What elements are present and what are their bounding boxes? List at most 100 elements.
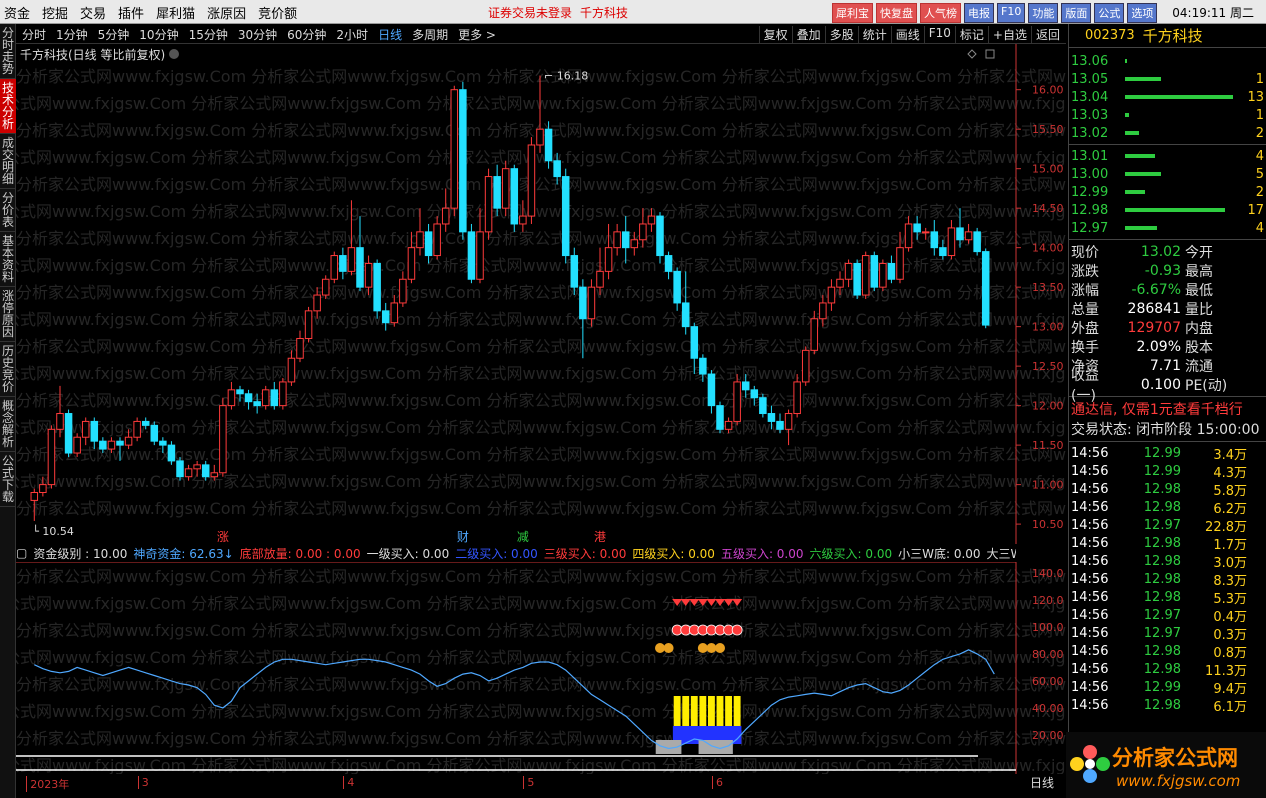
login-status[interactable]: 证券交易未登录 <box>488 4 572 21</box>
candle-down <box>673 270 681 304</box>
tick-row: 14:56 12.98 5.3万 <box>1069 588 1266 607</box>
order-volume-bar <box>1125 59 1127 63</box>
menu-item[interactable]: 犀利猫 <box>156 3 195 22</box>
quick-button[interactable]: 功能 <box>1028 3 1059 23</box>
quote-row: 涨幅 -6.67% 最低 <box>1069 280 1266 299</box>
chevron-down-icon <box>169 49 179 59</box>
left-tab[interactable]: 成交明细 <box>0 134 16 189</box>
indicator-toggle-icon[interactable]: ▢ <box>16 546 27 560</box>
candle-up <box>596 270 604 288</box>
event-marker: 减 <box>517 530 529 544</box>
tick-time: 14:56 <box>1071 517 1109 533</box>
quote-value: -0.93 <box>1144 262 1181 279</box>
tool-button[interactable]: 返回 <box>1030 26 1064 43</box>
left-tab[interactable]: 分价表 <box>0 189 16 232</box>
period-tab[interactable]: 15分钟 <box>189 26 228 43</box>
tool-button[interactable]: 叠加 <box>791 26 825 43</box>
left-tab[interactable]: 历史竞价 <box>0 342 16 397</box>
period-tab[interactable]: 多周期 <box>412 26 448 43</box>
quick-button[interactable]: F10 <box>997 3 1026 23</box>
order-volume: 2 <box>1255 184 1264 200</box>
period-tab[interactable]: 更多 > <box>458 26 496 43</box>
left-vertical-tabs: 分时走势 技术分析 成交明细 分价表 基本资料 涨停原因 历史竞价 概念解析 公式下载 <box>0 24 16 798</box>
left-tab[interactable]: 公式下载 <box>0 452 16 507</box>
menu-item[interactable]: 挖掘 <box>42 3 68 22</box>
tool-button[interactable]: 画线 <box>890 26 924 43</box>
yellow-signal-bar <box>708 696 715 726</box>
period-tab[interactable]: 2小时 <box>336 26 368 43</box>
yellow-signal-bar <box>716 696 724 726</box>
left-tab[interactable]: 技术分析 <box>0 79 16 134</box>
quote-label-2: 最低 <box>1185 282 1213 299</box>
tool-button[interactable]: 复权 <box>758 26 792 43</box>
quick-button[interactable]: 电报 <box>964 3 994 23</box>
candle-up <box>390 302 399 324</box>
period-tab[interactable]: 分时 <box>22 26 46 43</box>
quick-button[interactable]: 快复盘 <box>876 3 917 23</box>
tool-button[interactable]: 多股 <box>824 26 858 43</box>
stock-header[interactable]: 002373 千方科技 <box>1069 24 1266 48</box>
tick-row: 14:56 12.98 11.3万 <box>1069 660 1266 679</box>
tick-price: 12.98 <box>1143 553 1181 569</box>
quick-button[interactable]: 公式 <box>1094 3 1125 23</box>
tick-time: 14:56 <box>1071 697 1109 713</box>
tick-row: 14:56 12.98 8.3万 <box>1069 570 1266 589</box>
period-tab[interactable]: 日线 <box>378 26 402 43</box>
left-tab[interactable]: 分时走势 <box>0 24 16 79</box>
menu-item[interactable]: 交易 <box>80 3 106 22</box>
period-tab[interactable]: 30分钟 <box>238 26 277 43</box>
indicator-chart[interactable]: 分析家公式网www.fxjgsw.Com 分析家公式网www.fxjgsw.Co… <box>16 562 1066 774</box>
indicator-legend-item: 小三W底: 0.00 <box>898 546 981 561</box>
order-volume-bar <box>1125 154 1155 158</box>
tick-time: 14:56 <box>1071 679 1109 695</box>
tick-volume: 6.1万 <box>1213 699 1247 715</box>
period-tab[interactable]: 1分钟 <box>56 26 88 43</box>
indicator-tick-label: 80.00 <box>1032 648 1064 661</box>
candle-down <box>956 227 964 241</box>
tick-row: 14:56 12.98 6.1万 <box>1069 696 1266 715</box>
candle-down <box>159 440 167 446</box>
quote-value: 7.71 <box>1149 357 1181 374</box>
event-marker: 涨 <box>217 529 229 544</box>
ad-banner[interactable]: 通达信, 仅需1元查看千档行 <box>1069 399 1266 419</box>
candle-down <box>939 247 947 257</box>
indicator-tick-label: 20.00 <box>1032 729 1064 742</box>
tick-row: 14:56 12.97 0.3万 <box>1069 624 1266 643</box>
buy-order-row: 12.97 4 <box>1069 219 1266 237</box>
tick-time: 14:56 <box>1071 463 1109 479</box>
indicator-legend-item: 四级买入: 0.00 <box>632 546 715 561</box>
period-tab[interactable]: 60分钟 <box>287 26 326 43</box>
tool-button[interactable]: +自选 <box>987 26 1031 43</box>
left-tab[interactable]: 概念解析 <box>0 397 16 452</box>
menu-item[interactable]: 资金 <box>4 3 30 22</box>
period-tab[interactable]: 5分钟 <box>98 26 130 43</box>
watermark-text: 分析家公式网www.fxjgsw.Com 分析家公式网www.fxjgsw.Co… <box>16 621 1066 640</box>
candle-down <box>150 424 159 442</box>
candle-up <box>304 310 313 339</box>
candle-up <box>519 215 527 225</box>
quote-value: 129707 <box>1127 319 1181 336</box>
tool-button[interactable]: 统计 <box>857 26 891 43</box>
period-tab[interactable]: 10分钟 <box>139 26 178 43</box>
left-tab[interactable]: 基本资料 <box>0 232 16 287</box>
left-tab[interactable]: 涨停原因 <box>0 287 16 342</box>
quick-button[interactable]: 人气榜 <box>920 3 961 23</box>
quick-button[interactable]: 选项 <box>1127 3 1158 23</box>
tick-row: 14:56 12.97 22.8万 <box>1069 516 1266 535</box>
quote-row: 外盘 129707 内盘 <box>1069 318 1266 337</box>
menu-item[interactable]: 竞价额 <box>258 3 297 22</box>
quick-button[interactable]: 版面 <box>1061 3 1092 23</box>
menu-item[interactable]: 涨原因 <box>207 3 246 22</box>
indicator-legend-item: 资金级别 : 10.00 <box>33 546 128 561</box>
tick-volume: 6.2万 <box>1213 501 1247 517</box>
menu-item[interactable]: 插件 <box>118 3 144 22</box>
candle-down <box>981 251 990 326</box>
tool-button[interactable]: 标记 <box>954 26 988 43</box>
watermark-text: 分析家公式网www.fxjgsw.Com 分析家公式网www.fxjgsw.Co… <box>16 310 1066 329</box>
candlestick-chart[interactable]: 分析家公式网www.fxjgsw.Com 分析家公式网www.fxjgsw.Co… <box>16 44 1066 544</box>
quick-button[interactable]: 犀利宝 <box>832 3 873 23</box>
tool-button[interactable]: F10 <box>923 26 955 43</box>
tick-list[interactable]: 14:56 12.99 3.4万 14:56 12.99 4.3万 14:56 12.98 5.… <box>1069 444 1266 715</box>
tick-row: 14:56 12.98 1.7万 <box>1069 534 1266 553</box>
candle-down <box>467 231 476 280</box>
